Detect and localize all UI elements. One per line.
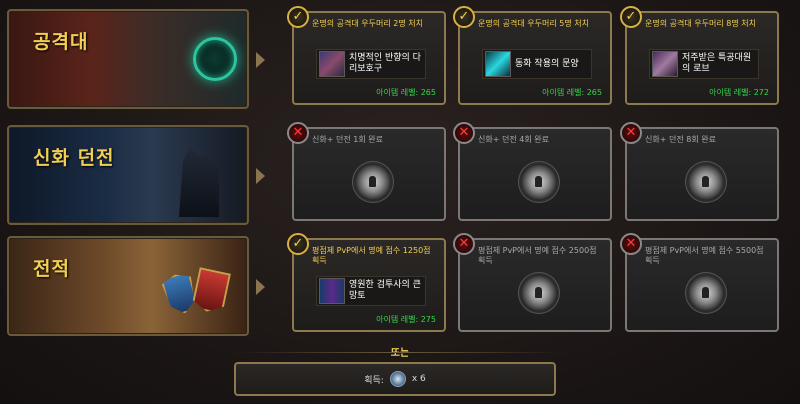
shield-icon	[160, 271, 199, 317]
ruins-silhouette-icon	[179, 147, 219, 217]
valor-token-icon	[389, 371, 406, 387]
row-raid: 공격대 ✓ 운명의 공격대 우두머리 2명 처치 치명적인 반향의 다리보호구 …	[7, 6, 793, 113]
requirement-text: 신화+ 던전 4회 완료	[478, 135, 549, 144]
checkmark-icon: ✓	[453, 6, 475, 28]
reward-card-locked[interactable]: ✕ 신화+ 던전 8회 완료	[620, 122, 779, 221]
reward-item[interactable]: 치명적인 반향의 다리보호구	[316, 49, 426, 79]
requirement-text: 신화+ 던전 8회 완료	[645, 135, 716, 144]
checkmark-icon: ✓	[620, 6, 642, 28]
row-title: 신화 던전	[33, 147, 115, 169]
lock-icon	[522, 276, 556, 310]
item-name: 치명적인 반향의 다리보호구	[349, 53, 421, 74]
incomplete-x-icon: ✕	[287, 122, 309, 144]
incomplete-x-icon: ✕	[453, 122, 475, 144]
item-level: 아이템 레벨: 265	[376, 88, 436, 97]
item-level: 아이템 레벨: 265	[542, 88, 602, 97]
reward-card-locked[interactable]: ✕ 신화+ 던전 1회 완료	[287, 122, 446, 221]
item-name: 동화 작용의 문양	[515, 58, 579, 69]
banner-shield-icon	[191, 267, 231, 315]
row-pvp: 전적 ✓ 평점제 PvP에서 명예 점수 1250점 획득 영원한 검투사의 큰…	[7, 233, 793, 340]
currency-quantity: x 6	[411, 374, 426, 384]
row-title: 전적	[33, 258, 70, 280]
lock-icon	[689, 165, 723, 199]
currency-reward-box[interactable]: 획득: x 6	[234, 362, 556, 396]
portal-sigil-icon	[193, 37, 237, 81]
arrow-right-icon	[256, 168, 265, 184]
reward-card[interactable]: ✓ 운명의 공격대 우두머리 8명 처치 저주받은 특공대원의 로브 아이템 레…	[620, 6, 779, 105]
reward-item[interactable]: 동화 작용의 문양	[482, 49, 592, 79]
reward-card[interactable]: ✓ 운명의 공격대 우두머리 5명 처치 동화 작용의 문양 아이템 레벨: 2…	[453, 6, 612, 105]
incomplete-x-icon: ✕	[453, 233, 475, 255]
robe-icon	[652, 51, 678, 77]
requirement-text: 운명의 공격대 우두머리 2명 처치	[312, 19, 423, 28]
reward-card-locked[interactable]: ✕ 평점제 PvP에서 명예 점수 5500점 획득	[620, 233, 779, 332]
reward-item[interactable]: 저주받은 특공대원의 로브	[649, 49, 759, 79]
pvp-banner: 전적	[7, 236, 249, 336]
divider	[238, 352, 562, 353]
rune-glyph-icon	[485, 51, 511, 77]
lock-icon	[522, 165, 556, 199]
requirement-text: 평점제 PvP에서 명예 점수 5500점 획득	[645, 246, 764, 265]
lock-icon	[689, 276, 723, 310]
reward-card-locked[interactable]: ✕ 평점제 PvP에서 명예 점수 2500점 획득	[453, 233, 612, 332]
obtain-label: 획득:	[364, 375, 384, 386]
armor-leggings-icon	[319, 51, 345, 77]
row-title: 공격대	[33, 31, 89, 53]
checkmark-icon: ✓	[287, 6, 309, 28]
dungeon-banner: 신화 던전	[7, 125, 249, 225]
reward-item[interactable]: 영원한 검투사의 큰망토	[316, 276, 426, 306]
item-level: 아이템 레벨: 275	[376, 315, 436, 324]
incomplete-x-icon: ✕	[620, 122, 642, 144]
arrow-right-icon	[256, 279, 265, 295]
raid-banner: 공격대	[7, 9, 249, 109]
row-mythic-dungeon: 신화 던전 ✕ 신화+ 던전 1회 완료 ✕ 신화+ 던전 4회 완료 ✕ 신화…	[7, 122, 793, 229]
lock-icon	[356, 165, 390, 199]
incomplete-x-icon: ✕	[620, 233, 642, 255]
requirement-text: 운명의 공격대 우두머리 5명 처치	[478, 19, 589, 28]
great-vault-panel: 공격대 ✓ 운명의 공격대 우두머리 2명 처치 치명적인 반향의 다리보호구 …	[0, 0, 800, 404]
checkmark-icon: ✓	[287, 233, 309, 255]
arrow-right-icon	[256, 52, 265, 68]
item-name: 저주받은 특공대원의 로브	[682, 53, 752, 74]
requirement-text: 평점제 PvP에서 명예 점수 1250점 획득	[312, 246, 431, 265]
item-name: 영원한 검투사의 큰망토	[349, 280, 421, 301]
requirement-text: 평점제 PvP에서 명예 점수 2500점 획득	[478, 246, 597, 265]
reward-card[interactable]: ✓ 운명의 공격대 우두머리 2명 처치 치명적인 반향의 다리보호구 아이템 …	[287, 6, 446, 105]
reward-card-locked[interactable]: ✕ 신화+ 던전 4회 완료	[453, 122, 612, 221]
requirement-text: 신화+ 던전 1회 완료	[312, 135, 383, 144]
reward-card[interactable]: ✓ 평점제 PvP에서 명예 점수 1250점 획득 영원한 검투사의 큰망토 …	[287, 233, 446, 332]
requirement-text: 운명의 공격대 우두머리 8명 처치	[645, 19, 756, 28]
item-level: 아이템 레벨: 272	[709, 88, 769, 97]
cloak-icon	[319, 278, 345, 304]
